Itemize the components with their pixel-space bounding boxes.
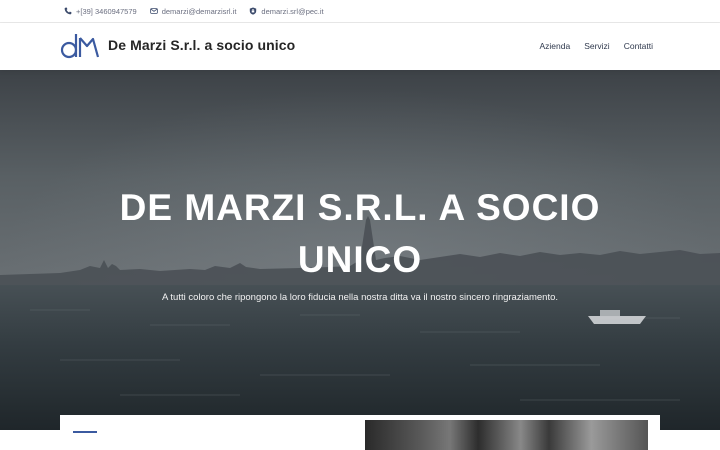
- brand-name[interactable]: De Marzi S.r.l. a socio unico: [108, 37, 295, 53]
- email-contact[interactable]: demarzi@demarzisrl.it: [149, 7, 237, 16]
- hero-subtitle: A tutti coloro che ripongono la loro fid…: [161, 292, 559, 303]
- site-header: De Marzi S.r.l. a socio unico Azienda Se…: [0, 23, 720, 70]
- main-nav: Azienda Servizi Contatti: [525, 41, 653, 51]
- nav-item-contatti[interactable]: Contatti: [624, 41, 653, 51]
- phone-icon: [64, 7, 72, 15]
- section-image: [365, 420, 648, 450]
- hero-banner: DE MARZI S.R.L. A SOCIO UNICO A tutti co…: [0, 70, 720, 430]
- shield-icon: [250, 7, 257, 15]
- phone-contact[interactable]: +[39] 3460947579: [64, 7, 137, 16]
- section-accent-line: [73, 431, 97, 433]
- contact-bar: +[39] 3460947579 demarzi@demarzisrl.it d…: [0, 0, 720, 23]
- email-link[interactable]: demarzi@demarzisrl.it: [162, 7, 237, 16]
- nav-item-azienda[interactable]: Azienda: [539, 41, 570, 51]
- hero-title-line2: UNICO: [297, 239, 423, 280]
- hero-title-line1: DE MARZI S.R.L. A SOCIO: [119, 187, 601, 228]
- envelope-icon: [149, 8, 158, 14]
- phone-number: +[39] 3460947579: [76, 6, 137, 16]
- pec-link[interactable]: demarzi.srl@pec.it: [261, 7, 323, 16]
- pec-contact[interactable]: demarzi.srl@pec.it: [249, 7, 324, 16]
- nav-item-servizi[interactable]: Servizi: [584, 41, 610, 51]
- logo-icon[interactable]: [60, 30, 102, 64]
- hero-title: DE MARZI S.R.L. A SOCIO UNICO: [60, 182, 660, 286]
